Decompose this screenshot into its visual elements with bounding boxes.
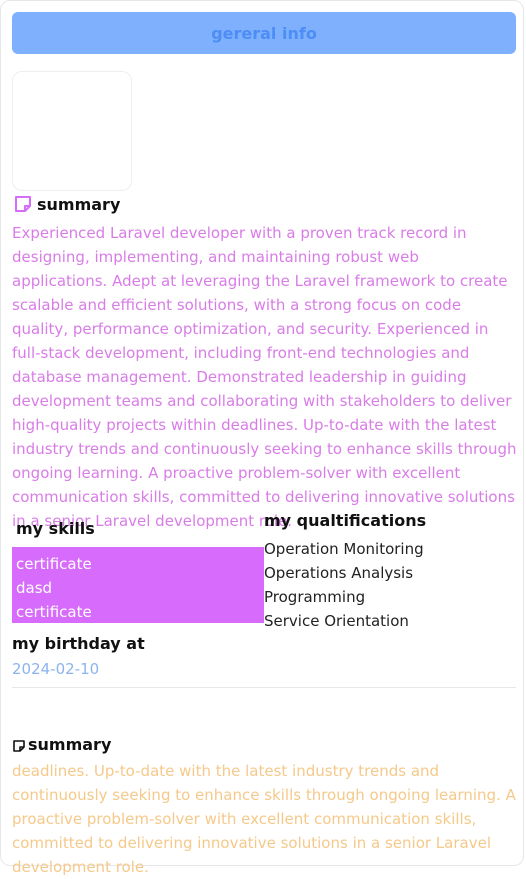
qualification-item: Service Orientation bbox=[264, 612, 409, 630]
qualifications-list: Operation Monitoring Operations Analysis… bbox=[264, 537, 424, 633]
divider bbox=[12, 687, 516, 688]
general-info-button[interactable]: gereral info bbox=[12, 12, 516, 54]
skill-item: dasd bbox=[16, 579, 53, 597]
note-icon bbox=[13, 194, 33, 214]
skill-item: certificate bbox=[16, 603, 92, 621]
skills-list: certificate dasd certificate bbox=[12, 547, 264, 623]
profile-card: gereral info summary Experienced Laravel… bbox=[0, 0, 524, 876]
summary-text: Experienced Laravel developer with a pro… bbox=[12, 224, 517, 530]
summary-heading-2: summary bbox=[12, 735, 111, 754]
qualifications-title: my qualtifications bbox=[264, 511, 427, 530]
skills-title: my skills bbox=[16, 519, 95, 538]
note-icon bbox=[12, 738, 26, 752]
avatar bbox=[12, 71, 132, 191]
qualification-item: Operations Analysis bbox=[264, 564, 414, 582]
summary-title: summary bbox=[37, 194, 121, 214]
summary-heading: summary bbox=[13, 194, 120, 214]
qualification-item: Operation Monitoring bbox=[264, 540, 424, 558]
summary2-text: deadlines. Up-to-date with the latest in… bbox=[12, 762, 516, 876]
summary2-title: summary bbox=[28, 735, 112, 754]
qualification-item: Programming bbox=[264, 588, 366, 606]
birthday-title: my birthday at bbox=[12, 634, 145, 653]
birthday-value: 2024-02-10 bbox=[12, 660, 100, 678]
skill-item: certificate bbox=[16, 555, 92, 573]
